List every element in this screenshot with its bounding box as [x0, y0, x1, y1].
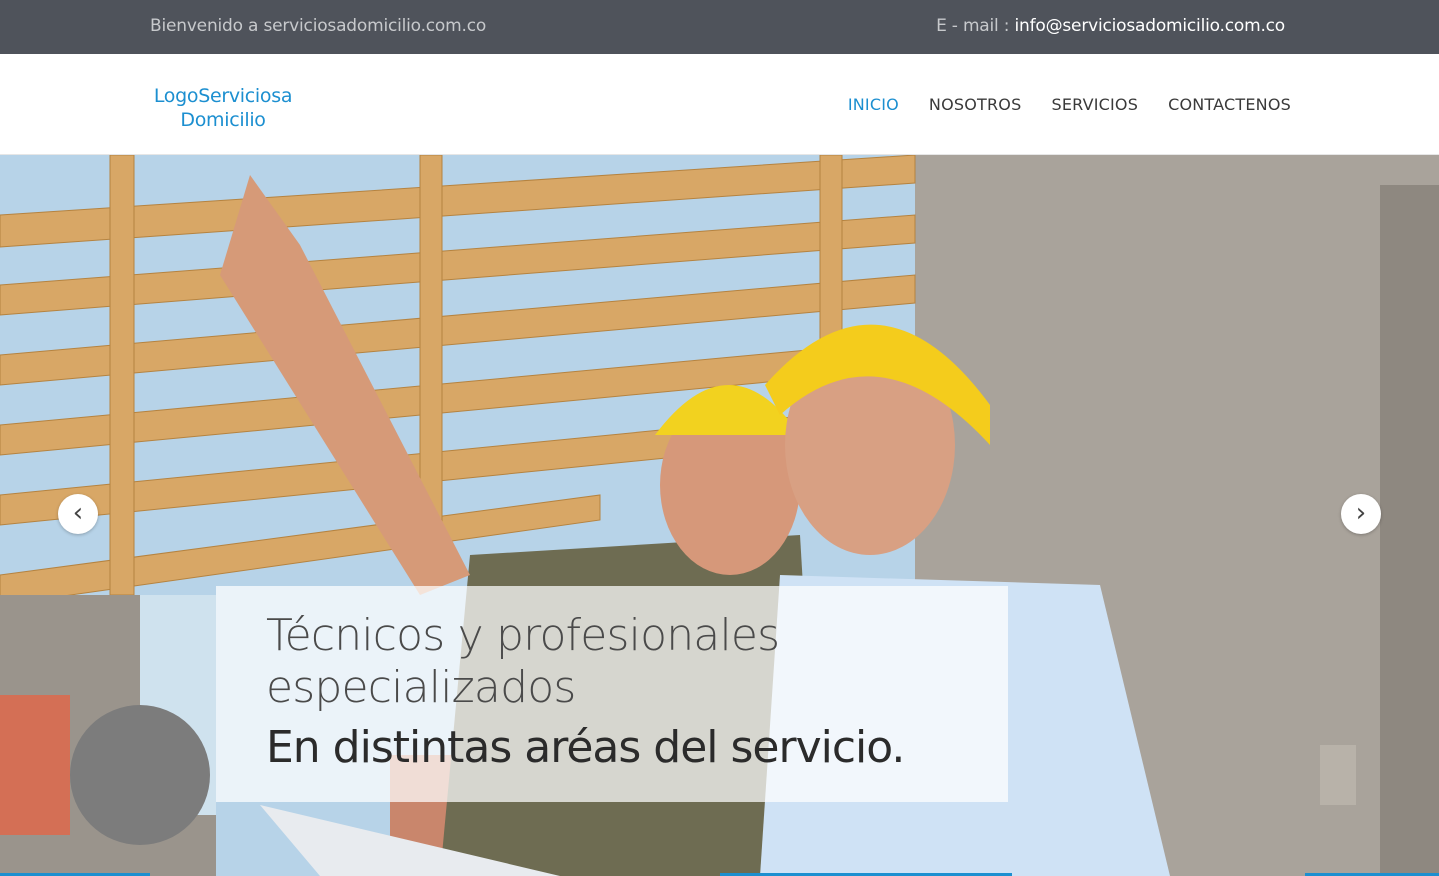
hero-subheadline: En distintas aréas del servicio. [266, 722, 905, 773]
main-nav: INICIO NOSOTROS SERVICIOS CONTACTENOS [848, 95, 1291, 114]
next-slide-button[interactable]: › [1341, 494, 1381, 534]
email-info: E - mail : info@serviciosadomicilio.com.… [936, 16, 1285, 36]
nav-item-inicio[interactable]: INICIO [848, 95, 899, 114]
site-logo[interactable]: LogoServiciosa Domicilio [150, 84, 296, 132]
logo-line-1: LogoServiciosa [153, 85, 293, 107]
top-bar: Bienvenido a serviciosadomicilio.com.co … [0, 0, 1439, 54]
welcome-text: Bienvenido a serviciosadomicilio.com.co [150, 16, 487, 36]
nav-item-nosotros[interactable]: NOSOTROS [929, 95, 1022, 114]
logo-line-2: Domicilio [180, 109, 266, 131]
prev-slide-button[interactable]: ‹ [58, 494, 98, 534]
email-link[interactable]: info@serviciosadomicilio.com.co [1015, 16, 1286, 36]
hero-headline: Técnicos y profesionales especializados [266, 610, 780, 713]
hero-slider: ‹ › Técnicos y profesionales especializa… [0, 155, 1439, 876]
email-label: E - mail : [936, 16, 1015, 36]
hero-caption: Técnicos y profesionales especializados … [216, 586, 1008, 802]
site-header: LogoServiciosa Domicilio INICIO NOSOTROS… [0, 54, 1439, 155]
nav-item-contactenos[interactable]: CONTACTENOS [1168, 95, 1291, 114]
nav-item-servicios[interactable]: SERVICIOS [1051, 95, 1138, 114]
